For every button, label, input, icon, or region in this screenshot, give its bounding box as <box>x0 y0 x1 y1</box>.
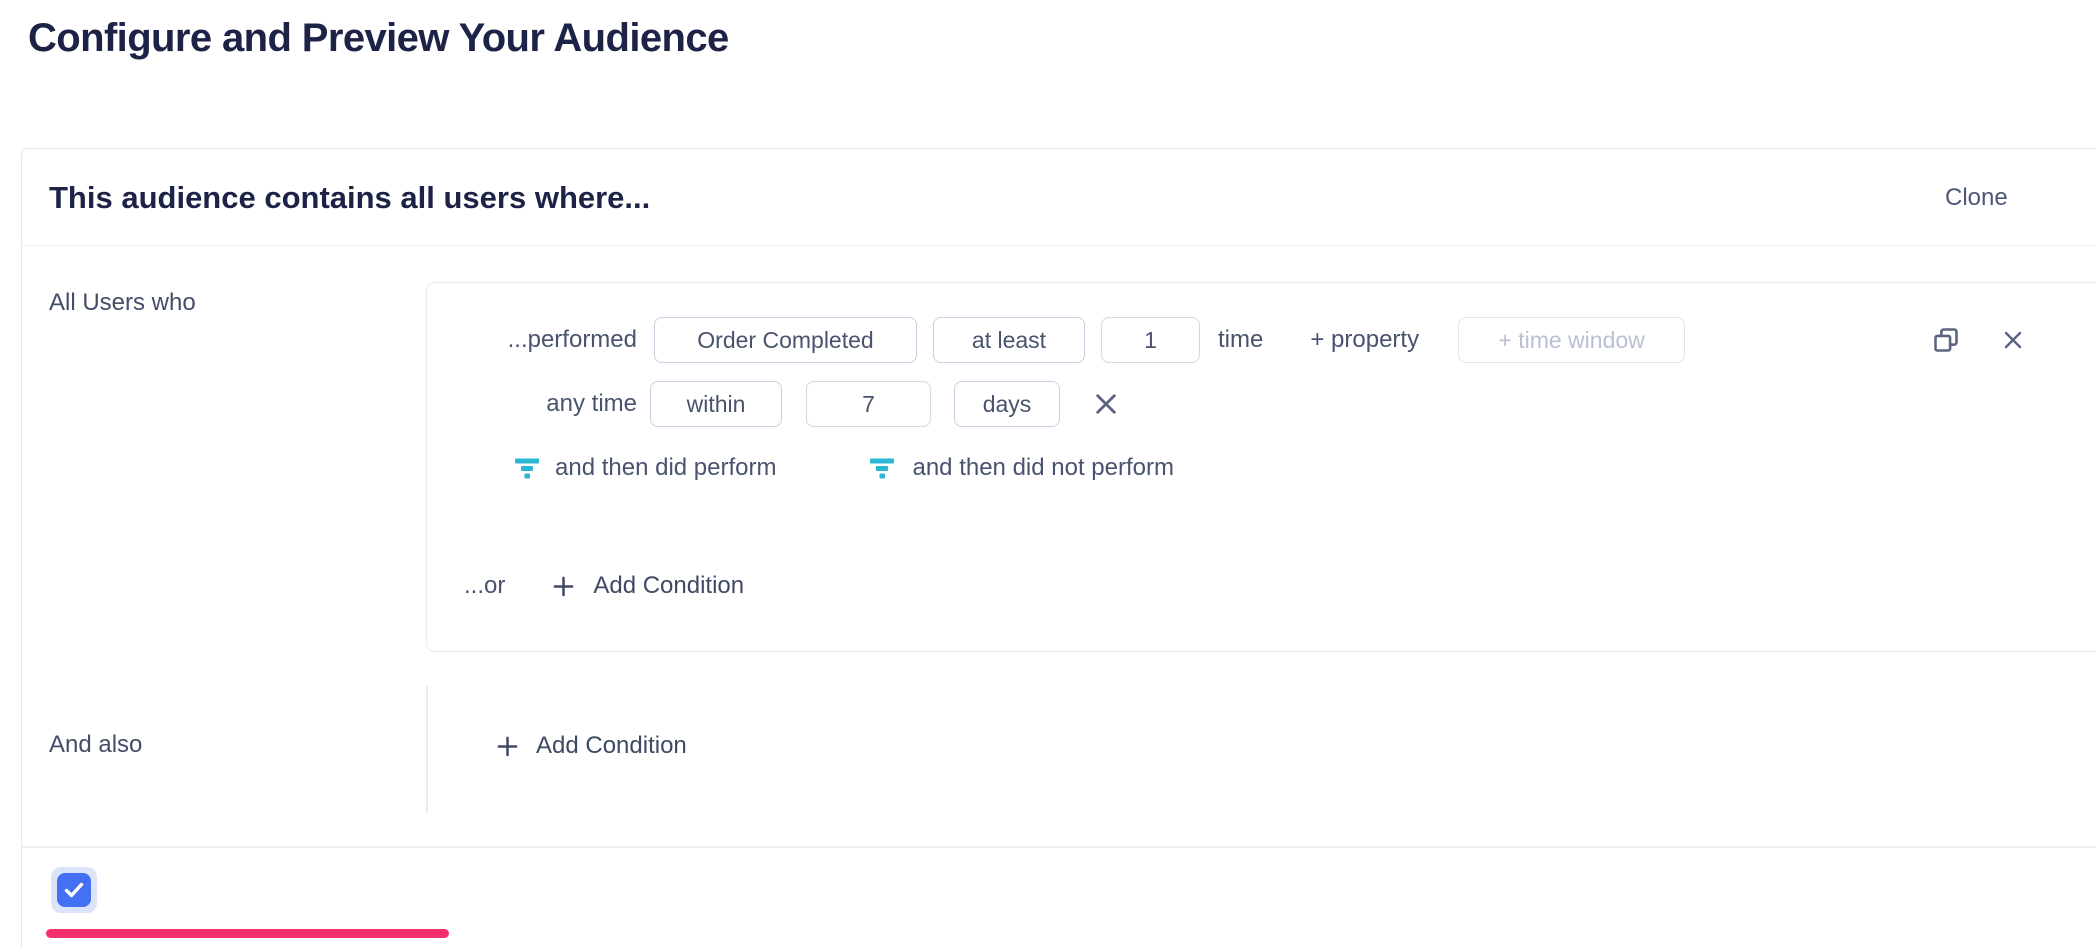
event-condition-row: ...performed Order Completed at least ti… <box>427 317 2096 363</box>
clone-button[interactable]: Clone <box>1945 184 2008 212</box>
audience-builder-page: Configure and Preview Your Audience This… <box>0 0 2096 948</box>
card-header: This audience contains all users where..… <box>22 149 2096 246</box>
and-also-add-condition-row: Add Condition <box>496 731 687 761</box>
card-header-title: This audience contains all users where..… <box>49 180 650 216</box>
frequency-operator-button[interactable]: at least <box>933 317 1085 363</box>
filter-icon <box>869 456 895 480</box>
close-icon <box>2002 329 2024 351</box>
any-time-label: any time <box>427 390 637 418</box>
plus-icon[interactable] <box>552 575 575 598</box>
or-label: ...or <box>464 572 505 600</box>
funnel-links-row: and then did perform and then did not pe… <box>427 453 1174 483</box>
add-condition-button[interactable]: Add Condition <box>536 732 687 760</box>
time-value-input[interactable] <box>806 381 931 427</box>
add-property-link[interactable]: + property <box>1310 326 1419 354</box>
and-then-did-perform-link[interactable]: and then did perform <box>555 454 776 482</box>
filter-icon <box>514 456 540 480</box>
duplicate-icon <box>1932 326 1960 354</box>
remove-time-window-button[interactable] <box>1093 391 1119 417</box>
and-also-label: And also <box>49 731 142 759</box>
audience-card: This audience contains all users where..… <box>21 148 2096 948</box>
frequency-unit-label: time <box>1218 326 1263 354</box>
and-then-did-not-perform-link[interactable]: and then did not perform <box>912 454 1174 482</box>
footer-divider <box>22 846 2096 848</box>
time-window-placeholder-button[interactable]: + time window <box>1458 317 1685 363</box>
highlight-underline <box>46 929 449 938</box>
frequency-value-input[interactable] <box>1101 317 1200 363</box>
add-condition-button[interactable]: Add Condition <box>593 572 744 600</box>
and-also-divider <box>426 686 428 813</box>
plus-icon[interactable] <box>496 735 519 758</box>
event-select-button[interactable]: Order Completed <box>654 317 917 363</box>
include-anonymous-checkbox[interactable] <box>51 867 97 913</box>
check-icon <box>63 879 85 901</box>
performed-label: ...performed <box>427 326 637 354</box>
page-title: Configure and Preview Your Audience <box>28 12 729 64</box>
checkbox-box <box>57 873 91 907</box>
time-operator-button[interactable]: within <box>650 381 782 427</box>
time-unit-button[interactable]: days <box>954 381 1060 427</box>
duplicate-condition-button[interactable] <box>1932 326 1960 354</box>
group-label-all-users-who: All Users who <box>49 289 196 317</box>
time-window-row: any time within days <box>427 381 1119 427</box>
or-add-condition-row: ...or Add Condition <box>427 570 744 602</box>
remove-condition-button[interactable] <box>2002 329 2024 351</box>
condition-group-panel: ...performed Order Completed at least ti… <box>426 282 2096 652</box>
close-icon <box>1093 391 1119 417</box>
